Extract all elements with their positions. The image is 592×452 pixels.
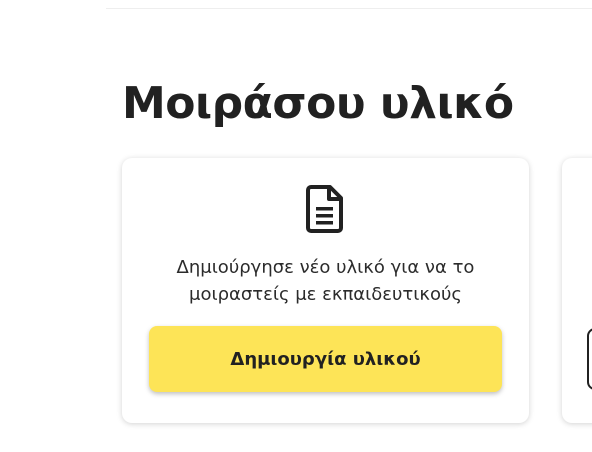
section-title: Μοιράσου υλικό bbox=[122, 78, 514, 129]
top-divider bbox=[106, 8, 592, 9]
card-description-line-2: μοιραστείς με εκπαιδευτικούς bbox=[189, 284, 462, 305]
secondary-card-button[interactable] bbox=[587, 328, 592, 390]
create-material-button[interactable]: Δημιουργία υλικού bbox=[149, 326, 502, 392]
card-description-line-1: Δημιούργησε νέο υλικό για να το bbox=[176, 257, 475, 278]
page: Μοιράσου υλικό Δημιούργησε νέο υλικό για… bbox=[0, 0, 592, 452]
document-icon bbox=[306, 185, 343, 233]
card-description: Δημιούργησε νέο υλικό για να το μοιραστε… bbox=[122, 254, 529, 308]
